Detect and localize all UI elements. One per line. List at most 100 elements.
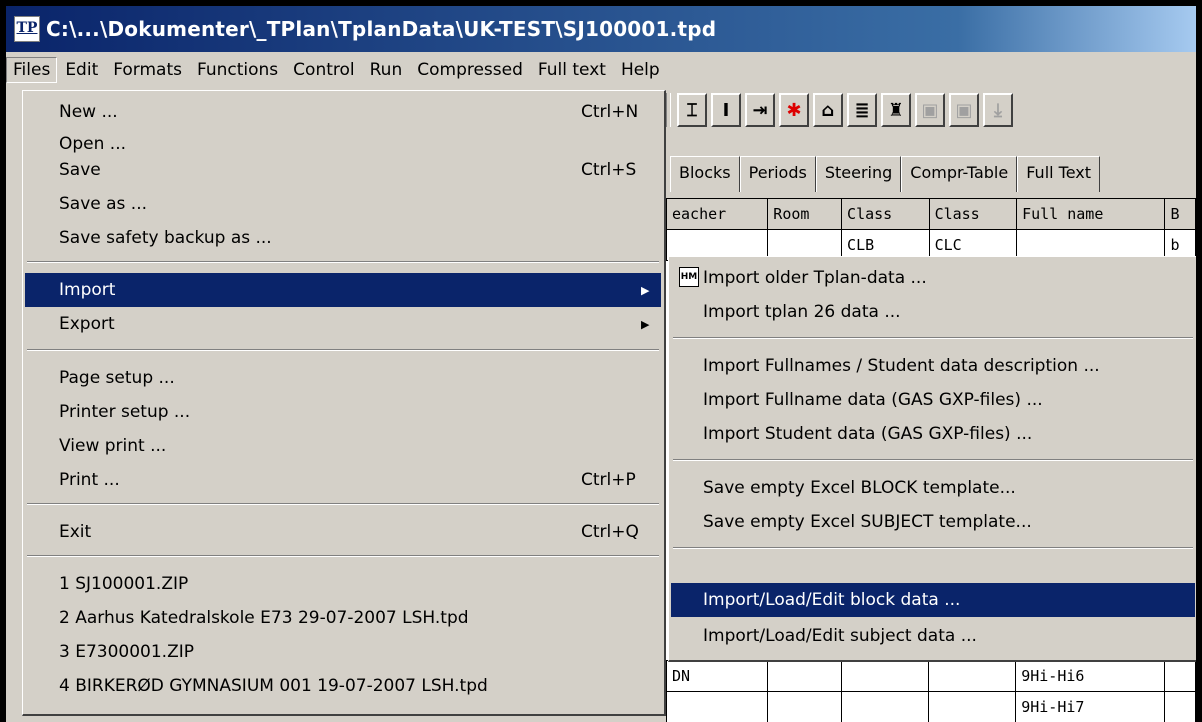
list-icon[interactable]: ≣ <box>847 93 877 127</box>
tab-periods[interactable]: Periods <box>739 156 816 192</box>
menu-control[interactable]: Control <box>286 57 361 83</box>
grid-cell[interactable] <box>665 691 769 722</box>
menu-formats[interactable]: Formats <box>106 57 189 83</box>
menu-files[interactable]: Files <box>6 57 58 83</box>
menu-item-label: Export <box>59 314 115 334</box>
column-header[interactable]: B <box>1164 198 1196 230</box>
menu-item-save-backup[interactable]: Save safety backup as ... <box>25 221 661 255</box>
menu-item-recent-4[interactable]: 4 BIRKERØD GYMNASIUM 001 19-07-2007 LSH.… <box>25 669 661 703</box>
submenu-item-label: Import Fullnames / Student data descript… <box>703 356 1100 376</box>
tab-full-text[interactable]: Full Text <box>1017 156 1101 192</box>
grid-cell[interactable]: DN <box>665 660 769 692</box>
grid-cell[interactable] <box>1164 691 1196 722</box>
home-icon[interactable]: ⌂ <box>813 93 843 127</box>
menu-separator <box>673 547 1193 549</box>
tab-steering[interactable]: Steering <box>815 156 902 192</box>
grid-cell[interactable] <box>840 691 930 722</box>
submenu-item-label: Save empty Excel BLOCK template... <box>703 478 1016 498</box>
import-submenu: HM Import older Tplan-data ... Import tp… <box>668 256 1196 662</box>
menu-run[interactable]: Run <box>363 57 410 83</box>
menu-item-label: 4 BIRKERØD GYMNASIUM 001 19-07-2007 LSH.… <box>59 676 488 696</box>
menu-separator <box>27 349 659 351</box>
menu-separator <box>673 459 1193 461</box>
grid-cell[interactable] <box>767 691 842 722</box>
submenu-item-label: Import Fullname data (GAS GXP-files) ... <box>703 390 1043 410</box>
menu-item-page-setup[interactable]: Page setup ... <box>25 361 661 395</box>
menu-item-print[interactable]: Print ... Ctrl+P <box>25 463 661 497</box>
submenu-arrow-icon: ▶ <box>641 283 650 297</box>
submenu-item-import-fullname-gas[interactable]: Import Fullname data (GAS GXP-files) ... <box>671 383 1195 417</box>
submenu-item-import-fullnames[interactable]: Import Fullnames / Student data descript… <box>671 349 1195 383</box>
grid-cell[interactable]: 9Hi-Hi7 <box>1015 691 1166 722</box>
menu-item-exit[interactable]: Exit Ctrl+Q <box>25 515 661 549</box>
tab-compr-table[interactable]: Compr-Table <box>901 156 1018 192</box>
menu-item-shortcut: Ctrl+P <box>581 470 636 490</box>
submenu-item-excel-block[interactable]: Save empty Excel BLOCK template... <box>671 471 1195 505</box>
menu-item-label: Save safety backup as ... <box>59 228 272 248</box>
submenu-item-import-student-gas[interactable]: Import Student data (GAS GXP-files) ... <box>671 417 1195 451</box>
window-title: C:\...\Dokumenter\_TPlan\TplanData\UK-TE… <box>46 17 717 41</box>
submenu-item-import-tplan26[interactable]: Import tplan 26 data ... <box>671 295 1195 329</box>
submenu-item-label: Import tplan 26 data ... <box>703 302 901 322</box>
delete-cross-icon[interactable]: ✱ <box>779 93 809 127</box>
search-person-icon[interactable]: ♜ <box>881 93 911 127</box>
align-center-icon[interactable]: ⌶ <box>677 93 707 127</box>
tab-strip: Blocks Periods Steering Compr-Table Full… <box>670 156 1101 192</box>
menu-item-label: Open ... <box>59 134 127 154</box>
menu-item-recent-1[interactable]: 1 SJ100001.ZIP <box>25 567 661 601</box>
menu-item-label: New ... <box>59 102 118 122</box>
files-menu: New ... Ctrl+N Open ... Save Ctrl+S Save… <box>22 90 666 716</box>
menu-item-label: Printer setup ... <box>59 402 191 422</box>
menu-item-import[interactable]: Import ▶ <box>25 273 661 307</box>
submenu-item-label: Import Student data (GAS GXP-files) ... <box>703 424 1033 444</box>
app-window: TP C:\...\Dokumenter\_TPlan\TplanData\UK… <box>6 6 1196 722</box>
align-middle-icon[interactable]: I <box>711 93 741 127</box>
submenu-item-label: Import/Load/Edit subject data ... <box>703 626 977 646</box>
menu-item-export[interactable]: Export ▶ <box>25 307 661 341</box>
submenu-item-import-older[interactable]: HM Import older Tplan-data ... <box>671 261 1195 295</box>
tab-blocks[interactable]: Blocks <box>670 156 740 192</box>
menu-item-recent-2[interactable]: 2 Aarhus Katedralskole E73 29-07-2007 LS… <box>25 601 661 635</box>
menu-help[interactable]: Help <box>614 57 667 83</box>
toolbar-separator <box>666 93 671 127</box>
toolbar: ⌶ I ⇥ ✱ ⌂ ≣ ♜ ▣ ▣ ⤓ <box>666 88 1017 132</box>
column-header[interactable]: Class <box>841 198 930 230</box>
menu-item-label: 1 SJ100001.ZIP <box>59 574 189 594</box>
grid-cell[interactable] <box>928 691 1017 722</box>
submenu-item-label: Save empty Excel SUBJECT template... <box>703 512 1032 532</box>
submenu-item-subject-data[interactable]: Import/Load/Edit subject data ... <box>671 619 1195 653</box>
menu-item-printer-setup[interactable]: Printer setup ... <box>25 395 661 429</box>
column-header[interactable]: eacher <box>665 198 769 230</box>
download-icon[interactable]: ⤓ <box>983 93 1013 127</box>
grid-cell[interactable] <box>928 660 1017 692</box>
menu-compressed[interactable]: Compressed <box>410 57 530 83</box>
menu-edit[interactable]: Edit <box>58 57 105 83</box>
menu-functions[interactable]: Functions <box>190 57 285 83</box>
column-header[interactable]: Room <box>767 198 843 230</box>
title-bar: TP C:\...\Dokumenter\_TPlan\TplanData\UK… <box>6 6 1196 52</box>
indent-icon[interactable]: ⇥ <box>745 93 775 127</box>
menu-item-view-print[interactable]: View print ... <box>25 429 661 463</box>
menu-item-new[interactable]: New ... Ctrl+N <box>25 95 661 129</box>
submenu-item-excel-subject[interactable]: Save empty Excel SUBJECT template... <box>671 505 1195 539</box>
app-icon[interactable]: TP <box>14 16 40 42</box>
column-header[interactable]: Full name <box>1016 198 1166 230</box>
grid-cell[interactable] <box>1164 660 1196 692</box>
menu-item-shortcut: Ctrl+Q <box>581 522 639 542</box>
menu-item-label: Save as ... <box>59 194 148 214</box>
menu-item-label: Print ... <box>59 470 120 490</box>
save-disk-icon[interactable]: ▣ <box>915 93 945 127</box>
menu-item-save[interactable]: Save Ctrl+S <box>25 153 661 187</box>
submenu-item-block-data[interactable]: Import/Load/Edit block data ... <box>671 583 1195 617</box>
menu-full-text[interactable]: Full text <box>531 57 613 83</box>
menu-separator <box>673 337 1193 339</box>
grid-cell[interactable] <box>840 660 930 692</box>
grid-cell[interactable]: 9Hi-Hi6 <box>1015 660 1166 692</box>
save-all-disk-icon[interactable]: ▣ <box>949 93 979 127</box>
column-header[interactable]: Class <box>928 198 1018 230</box>
menu-item-label: Import <box>59 280 116 300</box>
menu-item-label: Save <box>59 160 101 180</box>
menu-item-recent-3[interactable]: 3 E7300001.ZIP <box>25 635 661 669</box>
grid-cell[interactable] <box>767 660 842 692</box>
menu-item-save-as[interactable]: Save as ... <box>25 187 661 221</box>
